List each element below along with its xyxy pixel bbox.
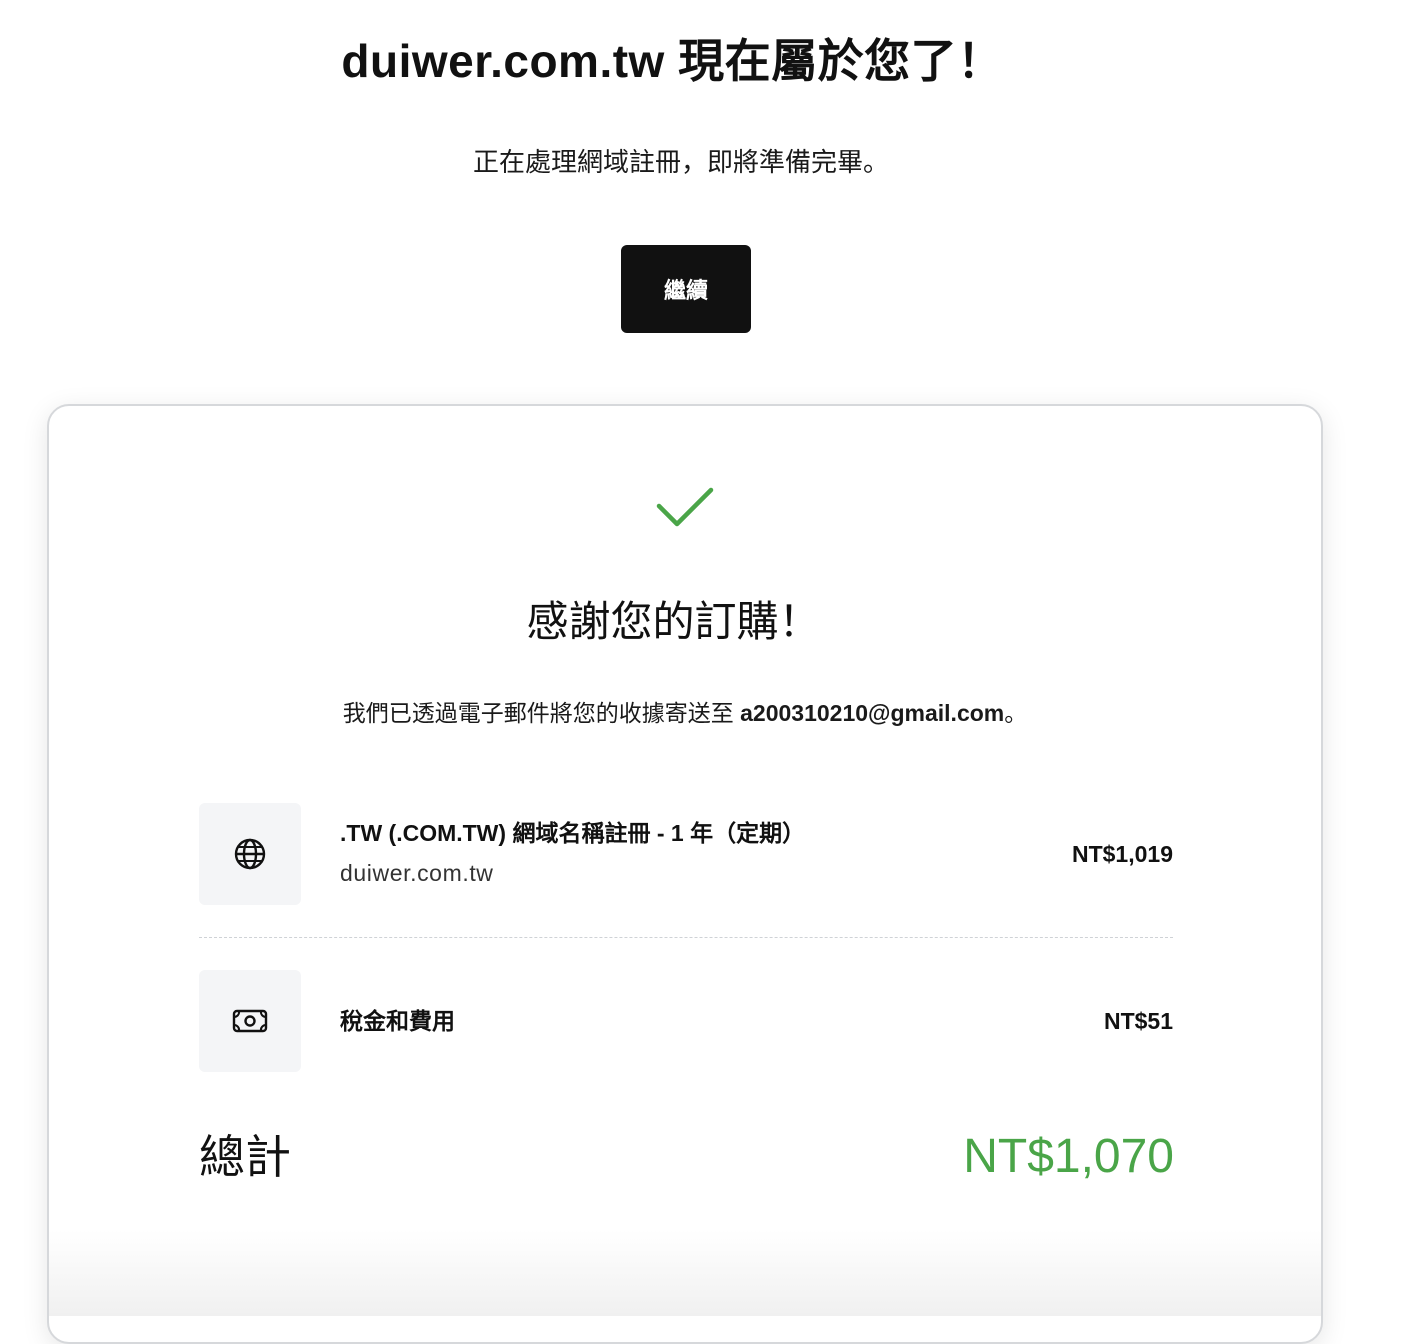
receipt-suffix: 。 <box>1004 700 1028 726</box>
receipt-prefix: 我們已透過電子郵件將您的收據寄送至 <box>342 700 741 726</box>
globe-icon <box>234 838 266 870</box>
domain-icon-box <box>199 803 301 905</box>
checkmark-icon <box>656 487 714 527</box>
domain-item-title: .TW (.COM.TW) 網域名稱註冊 - 1 年（定期） <box>340 820 806 846</box>
tax-item-price: NT$51 <box>1103 1008 1173 1034</box>
line-item-divider <box>199 937 1173 938</box>
continue-button[interactable]: 繼續 <box>621 245 751 333</box>
receipt-email: a200310210@gmail.com <box>740 700 1005 726</box>
domain-item-price: NT$1,019 <box>1071 841 1173 867</box>
total-label: 總計 <box>199 1131 291 1183</box>
money-icon <box>232 1009 268 1033</box>
domain-item-name: duiwer.com.tw <box>340 860 494 886</box>
total-amount: NT$1,070 <box>963 1130 1174 1183</box>
page-subtitle: 正在處理網域註冊，即將準備完畢。 <box>472 147 889 177</box>
tax-item-title: 稅金和費用 <box>340 1008 455 1034</box>
receipt-message: 我們已透過電子郵件將您的收據寄送至 a200310210@gmail.com。 <box>0 692 1370 734</box>
page-title: duiwer.com.tw 現在屬於您了！ <box>341 35 1004 87</box>
thank-you-heading: 感謝您的訂購！ <box>526 598 821 645</box>
tax-icon-box <box>199 970 301 1072</box>
